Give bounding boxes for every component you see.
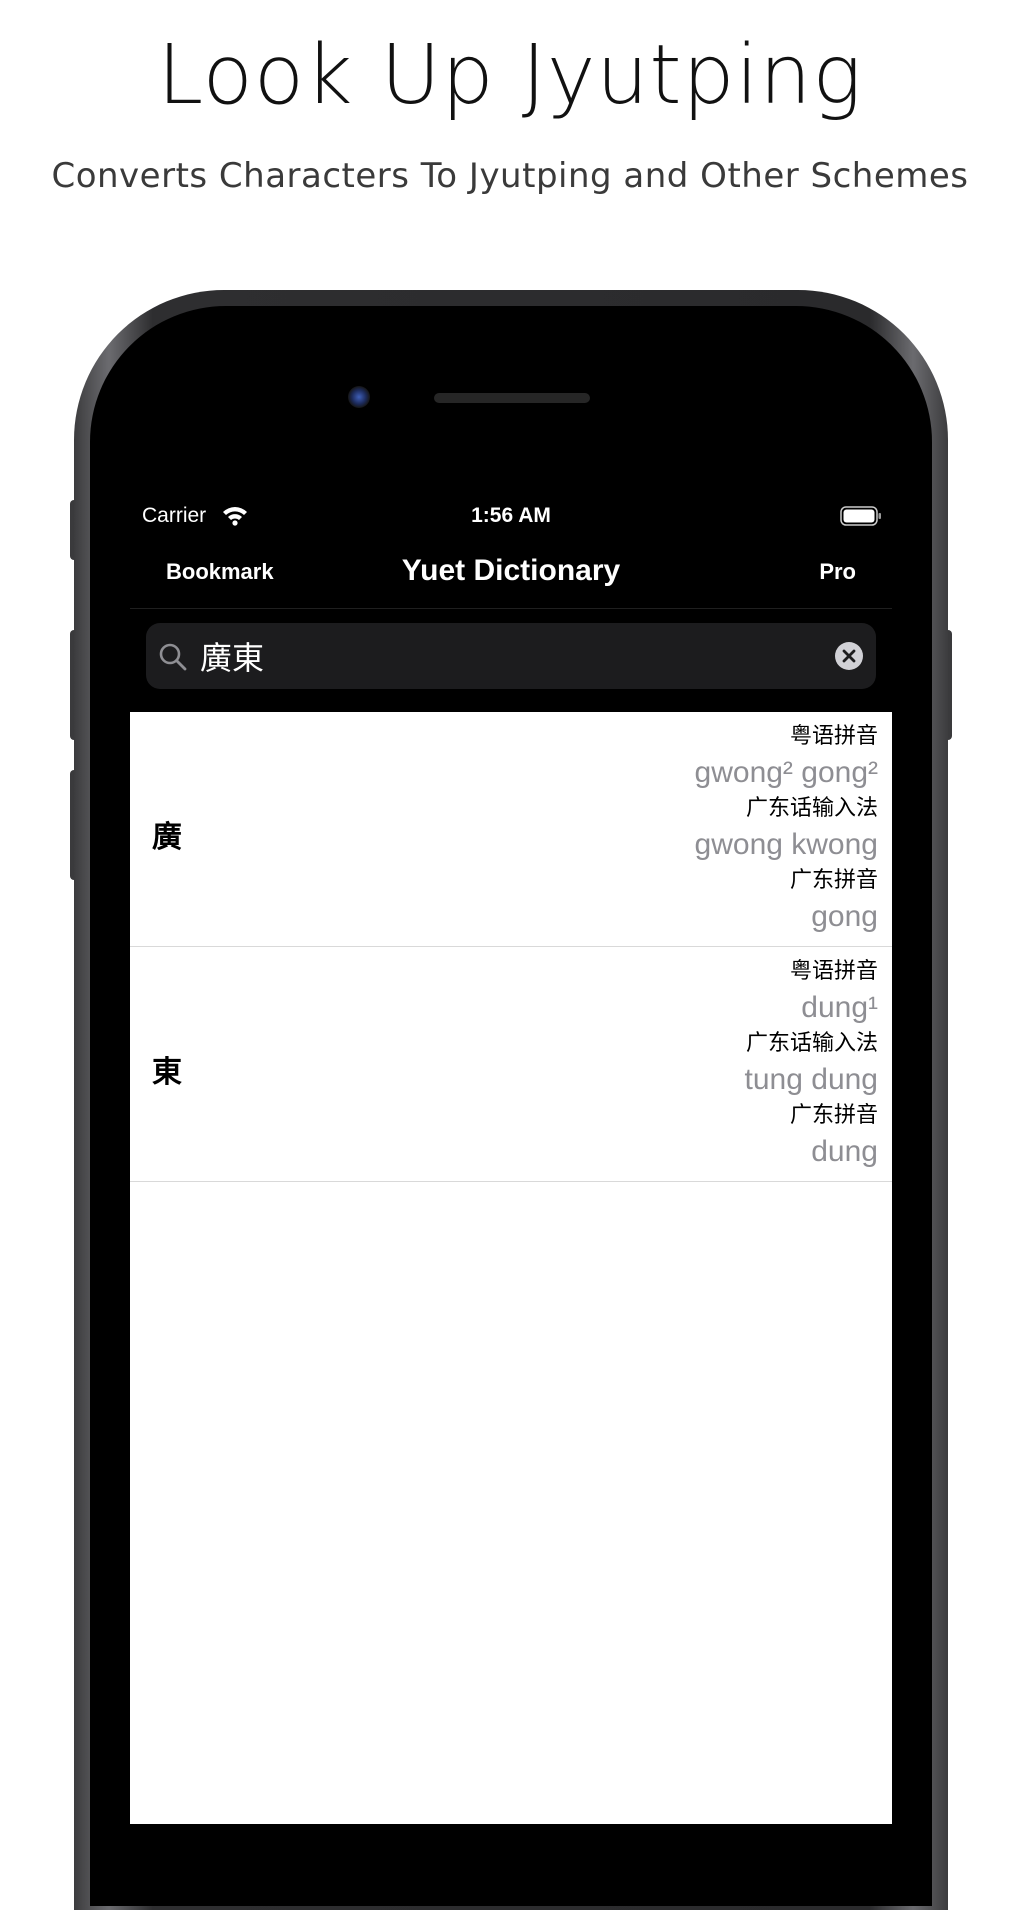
scheme-value: tung dung — [744, 1063, 878, 1096]
nav-title: Yuet Dictionary — [401, 554, 621, 587]
pro-button[interactable]: Pro — [819, 559, 856, 585]
status-time: 1:56 AM — [471, 504, 551, 527]
result-character: 東 — [152, 1055, 182, 1090]
clear-icon[interactable] — [834, 641, 864, 671]
reading-group: 粤语拼音 gwong² gong² 广东话输入法 gwong kwong 广东拼… — [695, 722, 878, 938]
navigation-bar: Bookmark Yuet Dictionary Pro — [130, 538, 892, 609]
search-input[interactable] — [200, 635, 800, 677]
front-camera — [348, 386, 370, 408]
results-list: 廣 粤语拼音 gwong² gong² 广东话输入法 gwong kwong 广… — [130, 712, 892, 1824]
scheme-value: dung¹ — [801, 991, 878, 1024]
scheme-value: gong — [811, 900, 878, 933]
scheme-label: 粤语拼音 — [789, 724, 878, 749]
scheme-label: 广东拼音 — [789, 868, 878, 893]
phone-screen: Carrier 1:56 AM Bookmark Yuet Dictionary… — [130, 494, 892, 1824]
scheme-label: 粤语拼音 — [789, 959, 878, 984]
search-bar — [130, 609, 892, 706]
battery-icon — [840, 506, 881, 526]
promo-subtitle: Converts Characters To Jyutping and Othe… — [51, 156, 969, 196]
scheme-value: gwong kwong — [694, 828, 878, 861]
scheme-value: dung — [811, 1135, 878, 1168]
result-character: 廣 — [152, 820, 182, 855]
reading-group: 粤语拼音 dung¹ 广东话输入法 tung dung 广东拼音 dung — [745, 957, 878, 1173]
search-icon — [159, 643, 187, 671]
scheme-value: gwong² gong² — [694, 756, 878, 789]
promo-title: Look Up Jyutping — [157, 28, 863, 123]
list-item[interactable]: 東 粤语拼音 dung¹ 广东话输入法 tung dung 广东拼音 dung — [130, 947, 892, 1182]
scheme-label: 广东话输入法 — [745, 796, 878, 821]
search-field[interactable] — [146, 623, 876, 689]
list-item[interactable]: 廣 粤语拼音 gwong² gong² 广东话输入法 gwong kwong 广… — [130, 712, 892, 947]
scheme-label: 广东拼音 — [789, 1103, 878, 1128]
status-bar: Carrier 1:56 AM — [130, 494, 892, 538]
earpiece-speaker — [434, 393, 590, 403]
scheme-label: 广东话输入法 — [745, 1031, 878, 1056]
